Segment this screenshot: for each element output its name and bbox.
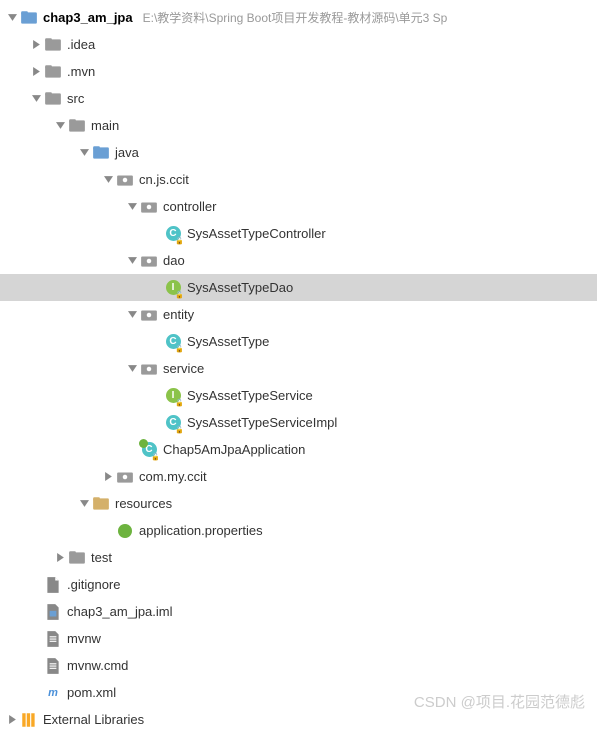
entity-class-row[interactable]: C🔓 SysAssetType (0, 328, 597, 355)
ext-libs-label: External Libraries (43, 712, 144, 727)
folder-label: src (67, 91, 84, 106)
interface-label: SysAssetTypeService (187, 388, 313, 403)
mvn-folder-row[interactable]: .mvn (0, 58, 597, 85)
package-label: controller (163, 199, 216, 214)
service-impl-row[interactable]: C🔓 SysAssetTypeServiceImpl (0, 409, 597, 436)
controller-pkg-row[interactable]: controller (0, 193, 597, 220)
folder-icon (68, 117, 86, 135)
expand-arrow-icon[interactable] (28, 91, 44, 107)
project-root-row[interactable]: chap3_am_jpa E:\教学资料\Spring Boot项目开发教程-教… (0, 4, 597, 31)
dao-interface-row[interactable]: I🔓 SysAssetTypeDao (0, 274, 597, 301)
pom-row[interactable]: m pom.xml (0, 679, 597, 706)
expand-arrow-icon[interactable] (124, 361, 140, 377)
idea-folder-row[interactable]: .idea (0, 31, 597, 58)
test-folder-row[interactable]: test (0, 544, 597, 571)
expand-arrow-icon[interactable] (100, 172, 116, 188)
folder-icon (68, 549, 86, 567)
interface-label: SysAssetTypeDao (187, 280, 293, 295)
module-icon (20, 9, 38, 27)
folder-icon (44, 36, 62, 54)
collapse-arrow-icon[interactable] (4, 712, 20, 728)
class-icon: C🔓 (164, 225, 182, 243)
resources-folder-row[interactable]: resources (0, 490, 597, 517)
class-icon: C🔓 (164, 414, 182, 432)
file-icon (44, 657, 62, 675)
folder-label: resources (115, 496, 172, 511)
class-label: SysAssetTypeController (187, 226, 326, 241)
expand-arrow-icon[interactable] (124, 307, 140, 323)
file-label: .gitignore (67, 577, 120, 592)
spring-boot-icon: C🔓 (140, 441, 158, 459)
service-interface-row[interactable]: I🔓 SysAssetTypeService (0, 382, 597, 409)
resources-folder-icon (92, 495, 110, 513)
package-root-row[interactable]: cn.js.ccit (0, 166, 597, 193)
package-label: entity (163, 307, 194, 322)
folder-icon (44, 90, 62, 108)
folder-label: main (91, 118, 119, 133)
package-icon (140, 198, 158, 216)
gitignore-row[interactable]: .gitignore (0, 571, 597, 598)
package-label: cn.js.ccit (139, 172, 189, 187)
package-icon (140, 252, 158, 270)
collapse-arrow-icon[interactable] (28, 37, 44, 53)
ext-libs-row[interactable]: External Libraries (0, 706, 597, 733)
source-folder-icon (92, 144, 110, 162)
spring-config-icon (116, 522, 134, 540)
file-label: mvnw.cmd (67, 658, 128, 673)
project-tree: chap3_am_jpa E:\教学资料\Spring Boot项目开发教程-教… (0, 0, 597, 733)
package-icon (116, 171, 134, 189)
class-icon: C🔓 (164, 333, 182, 351)
package-label: service (163, 361, 204, 376)
module-file-icon (44, 603, 62, 621)
src-folder-row[interactable]: src (0, 85, 597, 112)
maven-icon: m (44, 684, 62, 702)
expand-arrow-icon[interactable] (76, 145, 92, 161)
file-label: application.properties (139, 523, 263, 538)
iml-row[interactable]: chap3_am_jpa.iml (0, 598, 597, 625)
file-icon (44, 576, 62, 594)
controller-class-row[interactable]: C🔓 SysAssetTypeController (0, 220, 597, 247)
mvnw-row[interactable]: mvnw (0, 625, 597, 652)
collapse-arrow-icon[interactable] (28, 64, 44, 80)
package-icon (140, 306, 158, 324)
project-path: E:\教学资料\Spring Boot项目开发教程-教材源码\单元3 Sp (143, 9, 448, 26)
collapse-arrow-icon[interactable] (52, 550, 68, 566)
package-other-row[interactable]: com.my.ccit (0, 463, 597, 490)
folder-label: java (115, 145, 139, 160)
package-icon (116, 468, 134, 486)
expand-arrow-icon[interactable] (52, 118, 68, 134)
java-folder-row[interactable]: java (0, 139, 597, 166)
package-label: com.my.ccit (139, 469, 207, 484)
app-class-row[interactable]: C🔓 Chap5AmJpaApplication (0, 436, 597, 463)
package-label: dao (163, 253, 185, 268)
folder-label: .idea (67, 37, 95, 52)
package-icon (140, 360, 158, 378)
service-pkg-row[interactable]: service (0, 355, 597, 382)
entity-pkg-row[interactable]: entity (0, 301, 597, 328)
dao-pkg-row[interactable]: dao (0, 247, 597, 274)
main-folder-row[interactable]: main (0, 112, 597, 139)
interface-icon: I🔓 (164, 279, 182, 297)
interface-icon: I🔓 (164, 387, 182, 405)
file-label: pom.xml (67, 685, 116, 700)
expand-arrow-icon[interactable] (124, 199, 140, 215)
expand-arrow-icon[interactable] (4, 10, 20, 26)
class-label: Chap5AmJpaApplication (163, 442, 305, 457)
library-icon (20, 711, 38, 729)
expand-arrow-icon[interactable] (124, 253, 140, 269)
expand-arrow-icon[interactable] (76, 496, 92, 512)
project-name: chap3_am_jpa (43, 10, 133, 25)
class-label: SysAssetTypeServiceImpl (187, 415, 337, 430)
app-props-row[interactable]: application.properties (0, 517, 597, 544)
folder-label: .mvn (67, 64, 95, 79)
file-label: mvnw (67, 631, 101, 646)
folder-label: test (91, 550, 112, 565)
file-label: chap3_am_jpa.iml (67, 604, 173, 619)
class-label: SysAssetType (187, 334, 269, 349)
mvnw-cmd-row[interactable]: mvnw.cmd (0, 652, 597, 679)
file-icon (44, 630, 62, 648)
collapse-arrow-icon[interactable] (100, 469, 116, 485)
folder-icon (44, 63, 62, 81)
